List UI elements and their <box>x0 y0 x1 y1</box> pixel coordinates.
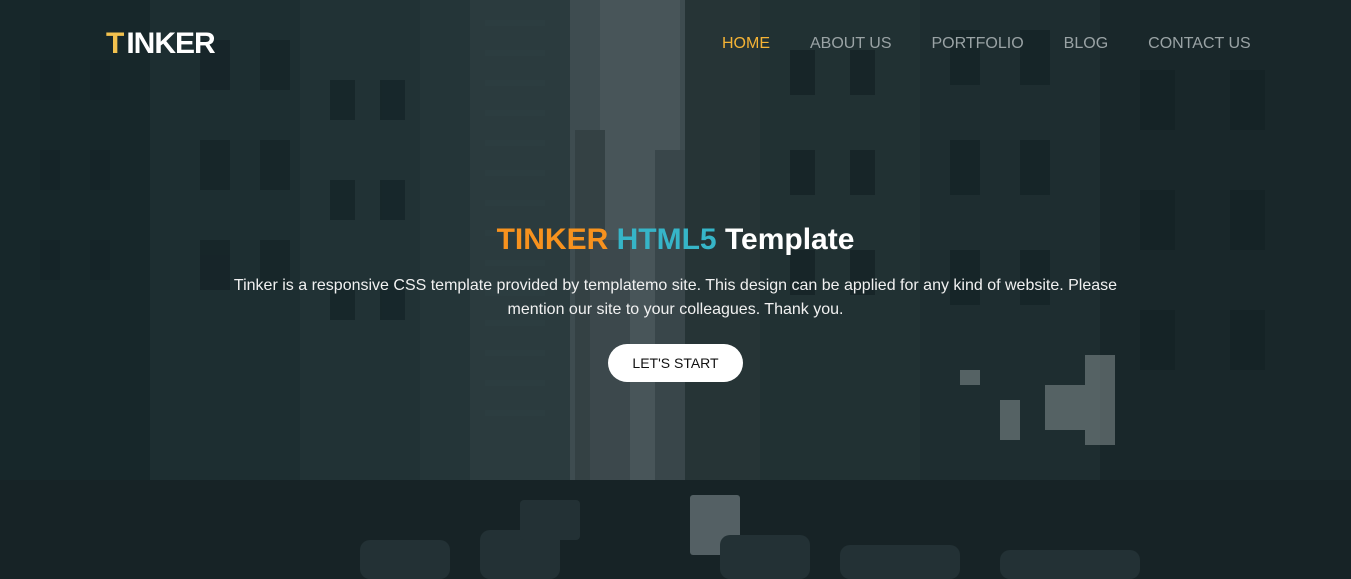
logo-rest: INKER <box>126 27 215 60</box>
logo-first-letter: T <box>106 27 124 60</box>
hero-title-word-3: Template <box>724 223 855 256</box>
hero-title-word-1: TINKER <box>496 223 609 256</box>
lets-start-button[interactable]: LET'S START <box>608 344 743 382</box>
hero-description: Tinker is a responsive CSS template prov… <box>233 277 1118 318</box>
nav-item-portfolio[interactable]: PORTFOLIO <box>932 34 1024 54</box>
nav-item-home[interactable]: HOME <box>722 34 770 54</box>
hero-section: T INKER HOME ABOUT US PORTFOLIO BLOG CONT… <box>0 0 1351 579</box>
nav-item-about-us[interactable]: ABOUT US <box>810 34 892 54</box>
main-nav: HOME ABOUT US PORTFOLIO BLOG CONTACT US <box>722 34 1291 54</box>
nav-item-blog[interactable]: BLOG <box>1064 34 1108 54</box>
hero-title: TINKER HTML5 Template <box>0 222 1351 258</box>
nav-item-contact-us[interactable]: CONTACT US <box>1148 34 1251 54</box>
hero-content: TINKER HTML5 Template Tinker is a respon… <box>0 222 1351 382</box>
hero-title-word-2: HTML5 <box>616 223 717 256</box>
brand-logo[interactable]: T INKER <box>106 27 216 60</box>
